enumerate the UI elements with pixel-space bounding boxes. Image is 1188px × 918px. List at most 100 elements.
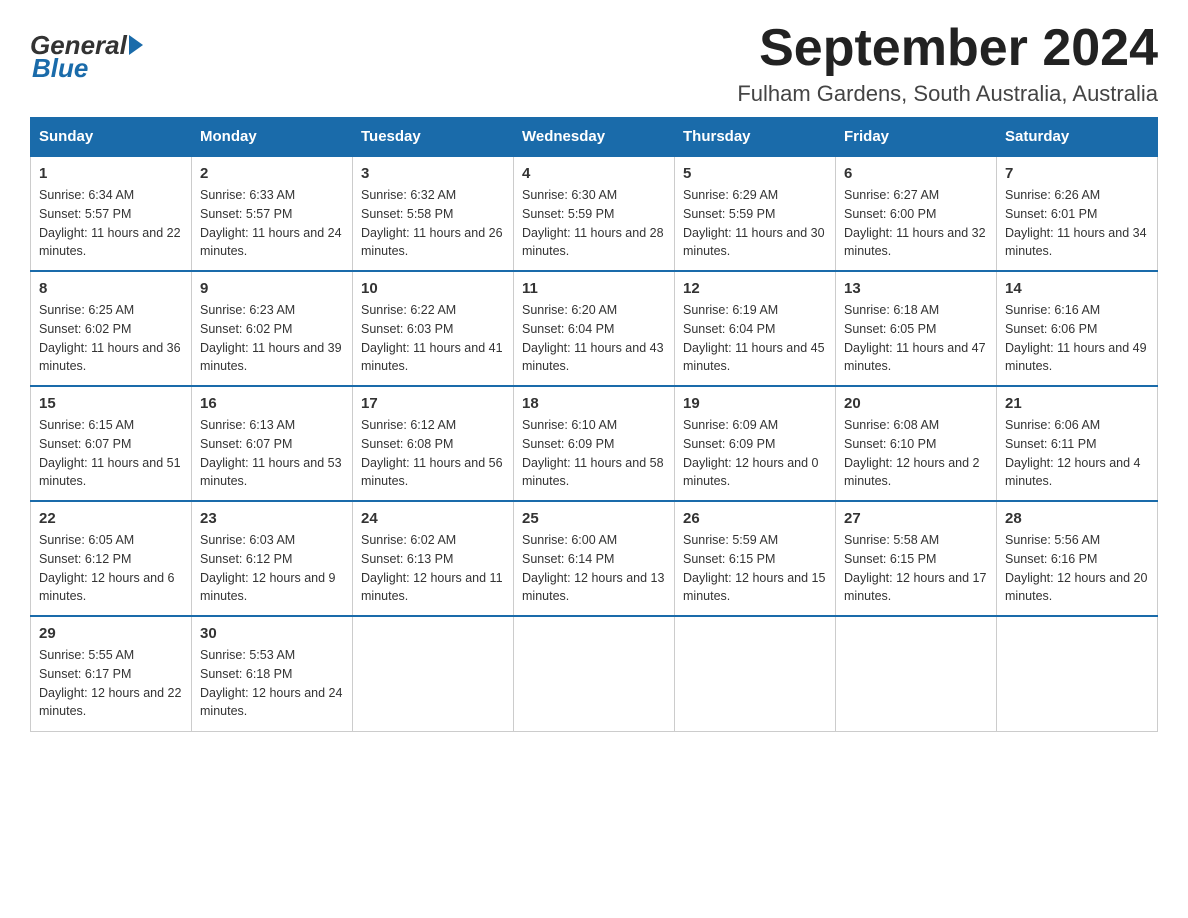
day-info: Sunrise: 6:27 AMSunset: 6:00 PMDaylight:…: [844, 186, 988, 261]
day-info: Sunrise: 5:58 AMSunset: 6:15 PMDaylight:…: [844, 531, 988, 606]
day-info: Sunrise: 6:23 AMSunset: 6:02 PMDaylight:…: [200, 301, 344, 376]
day-info: Sunrise: 6:29 AMSunset: 5:59 PMDaylight:…: [683, 186, 827, 261]
column-header-friday: Friday: [836, 118, 997, 157]
day-number: 11: [522, 280, 666, 297]
day-info: Sunrise: 6:25 AMSunset: 6:02 PMDaylight:…: [39, 301, 183, 376]
calendar-cell: [353, 616, 514, 731]
day-number: 29: [39, 625, 183, 642]
calendar-cell: 2 Sunrise: 6:33 AMSunset: 5:57 PMDaylight…: [192, 156, 353, 271]
page-header: General Blue September 2024 Fulham Garde…: [30, 20, 1158, 107]
week-row-4: 22Sunrise: 6:05 AMSunset: 6:12 PMDayligh…: [31, 501, 1158, 616]
calendar-cell: [836, 616, 997, 731]
day-number: 7: [1005, 165, 1149, 182]
calendar-cell: 4Sunrise: 6:30 AMSunset: 5:59 PMDaylight…: [514, 156, 675, 271]
day-number: 28: [1005, 510, 1149, 527]
calendar-cell: [675, 616, 836, 731]
week-row-1: 1 Sunrise: 6:34 AMSunset: 5:57 PMDaylight…: [31, 156, 1158, 271]
calendar-cell: [997, 616, 1158, 731]
column-header-wednesday: Wednesday: [514, 118, 675, 157]
day-info: Sunrise: 6:34 AMSunset: 5:57 PMDaylight:…: [39, 186, 183, 261]
day-info: Sunrise: 6:06 AMSunset: 6:11 PMDaylight:…: [1005, 416, 1149, 491]
calendar-cell: 5Sunrise: 6:29 AMSunset: 5:59 PMDaylight…: [675, 156, 836, 271]
day-info: Sunrise: 6:05 AMSunset: 6:12 PMDaylight:…: [39, 531, 183, 606]
day-number: 21: [1005, 395, 1149, 412]
day-info: Sunrise: 6:20 AMSunset: 6:04 PMDaylight:…: [522, 301, 666, 376]
week-row-2: 8 Sunrise: 6:25 AMSunset: 6:02 PMDaylight…: [31, 271, 1158, 386]
calendar-cell: 27 Sunrise: 5:58 AMSunset: 6:15 PMDayligh…: [836, 501, 997, 616]
calendar-cell: 25Sunrise: 6:00 AMSunset: 6:14 PMDayligh…: [514, 501, 675, 616]
calendar-table: SundayMondayTuesdayWednesdayThursdayFrid…: [30, 117, 1158, 732]
calendar-cell: 17 Sunrise: 6:12 AMSunset: 6:08 PMDayligh…: [353, 386, 514, 501]
calendar-cell: 12 Sunrise: 6:19 AMSunset: 6:04 PMDayligh…: [675, 271, 836, 386]
day-number: 16: [200, 395, 344, 412]
calendar-cell: 30Sunrise: 5:53 AMSunset: 6:18 PMDayligh…: [192, 616, 353, 731]
week-row-3: 15 Sunrise: 6:15 AMSunset: 6:07 PMDayligh…: [31, 386, 1158, 501]
day-info: Sunrise: 6:22 AMSunset: 6:03 PMDaylight:…: [361, 301, 505, 376]
calendar-cell: 1 Sunrise: 6:34 AMSunset: 5:57 PMDaylight…: [31, 156, 192, 271]
day-number: 17: [361, 395, 505, 412]
day-number: 4: [522, 165, 666, 182]
day-info: Sunrise: 6:10 AMSunset: 6:09 PMDaylight:…: [522, 416, 666, 491]
calendar-cell: 14 Sunrise: 6:16 AMSunset: 6:06 PMDayligh…: [997, 271, 1158, 386]
calendar-cell: 13Sunrise: 6:18 AMSunset: 6:05 PMDayligh…: [836, 271, 997, 386]
day-number: 14: [1005, 280, 1149, 297]
day-info: Sunrise: 6:02 AMSunset: 6:13 PMDaylight:…: [361, 531, 505, 606]
calendar-cell: 11 Sunrise: 6:20 AMSunset: 6:04 PMDayligh…: [514, 271, 675, 386]
calendar-cell: 7 Sunrise: 6:26 AMSunset: 6:01 PMDaylight…: [997, 156, 1158, 271]
calendar-cell: 15 Sunrise: 6:15 AMSunset: 6:07 PMDayligh…: [31, 386, 192, 501]
calendar-cell: 28 Sunrise: 5:56 AMSunset: 6:16 PMDayligh…: [997, 501, 1158, 616]
calendar-cell: 9 Sunrise: 6:23 AMSunset: 6:02 PMDaylight…: [192, 271, 353, 386]
day-number: 10: [361, 280, 505, 297]
calendar-cell: 10 Sunrise: 6:22 AMSunset: 6:03 PMDayligh…: [353, 271, 514, 386]
calendar-cell: [514, 616, 675, 731]
day-info: Sunrise: 5:56 AMSunset: 6:16 PMDaylight:…: [1005, 531, 1149, 606]
day-number: 6: [844, 165, 988, 182]
column-header-thursday: Thursday: [675, 118, 836, 157]
day-info: Sunrise: 6:08 AMSunset: 6:10 PMDaylight:…: [844, 416, 988, 491]
day-number: 23: [200, 510, 344, 527]
calendar-cell: 20 Sunrise: 6:08 AMSunset: 6:10 PMDayligh…: [836, 386, 997, 501]
day-number: 9: [200, 280, 344, 297]
day-info: Sunrise: 6:03 AMSunset: 6:12 PMDaylight:…: [200, 531, 344, 606]
day-number: 27: [844, 510, 988, 527]
day-number: 15: [39, 395, 183, 412]
day-info: Sunrise: 6:32 AMSunset: 5:58 PMDaylight:…: [361, 186, 505, 261]
day-number: 25: [522, 510, 666, 527]
calendar-cell: 19 Sunrise: 6:09 AMSunset: 6:09 PMDayligh…: [675, 386, 836, 501]
column-header-monday: Monday: [192, 118, 353, 157]
day-number: 26: [683, 510, 827, 527]
week-row-5: 29 Sunrise: 5:55 AMSunset: 6:17 PMDayligh…: [31, 616, 1158, 731]
calendar-header-row: SundayMondayTuesdayWednesdayThursdayFrid…: [31, 118, 1158, 157]
calendar-cell: 3 Sunrise: 6:32 AMSunset: 5:58 PMDaylight…: [353, 156, 514, 271]
calendar-cell: 29 Sunrise: 5:55 AMSunset: 6:17 PMDayligh…: [31, 616, 192, 731]
location-title: Fulham Gardens, South Australia, Austral…: [737, 81, 1158, 107]
day-info: Sunrise: 5:55 AMSunset: 6:17 PMDaylight:…: [39, 646, 183, 721]
column-header-tuesday: Tuesday: [353, 118, 514, 157]
month-title: September 2024: [737, 20, 1158, 77]
day-number: 12: [683, 280, 827, 297]
day-info: Sunrise: 6:09 AMSunset: 6:09 PMDaylight:…: [683, 416, 827, 491]
day-info: Sunrise: 6:12 AMSunset: 6:08 PMDaylight:…: [361, 416, 505, 491]
day-info: Sunrise: 5:59 AMSunset: 6:15 PMDaylight:…: [683, 531, 827, 606]
column-header-sunday: Sunday: [31, 118, 192, 157]
day-info: Sunrise: 6:13 AMSunset: 6:07 PMDaylight:…: [200, 416, 344, 491]
calendar-cell: 21 Sunrise: 6:06 AMSunset: 6:11 PMDayligh…: [997, 386, 1158, 501]
day-number: 3: [361, 165, 505, 182]
calendar-cell: 24Sunrise: 6:02 AMSunset: 6:13 PMDayligh…: [353, 501, 514, 616]
title-section: September 2024 Fulham Gardens, South Aus…: [737, 20, 1158, 107]
calendar-cell: 22Sunrise: 6:05 AMSunset: 6:12 PMDayligh…: [31, 501, 192, 616]
calendar-cell: 16 Sunrise: 6:13 AMSunset: 6:07 PMDayligh…: [192, 386, 353, 501]
day-info: Sunrise: 6:15 AMSunset: 6:07 PMDaylight:…: [39, 416, 183, 491]
day-number: 20: [844, 395, 988, 412]
day-info: Sunrise: 6:19 AMSunset: 6:04 PMDaylight:…: [683, 301, 827, 376]
day-number: 1: [39, 165, 183, 182]
day-info: Sunrise: 6:26 AMSunset: 6:01 PMDaylight:…: [1005, 186, 1149, 261]
calendar-cell: 26 Sunrise: 5:59 AMSunset: 6:15 PMDayligh…: [675, 501, 836, 616]
day-info: Sunrise: 6:16 AMSunset: 6:06 PMDaylight:…: [1005, 301, 1149, 376]
day-number: 2: [200, 165, 344, 182]
day-info: Sunrise: 6:33 AMSunset: 5:57 PMDaylight:…: [200, 186, 344, 261]
day-number: 8: [39, 280, 183, 297]
logo: General Blue: [30, 30, 143, 84]
day-info: Sunrise: 5:53 AMSunset: 6:18 PMDaylight:…: [200, 646, 344, 721]
day-number: 19: [683, 395, 827, 412]
